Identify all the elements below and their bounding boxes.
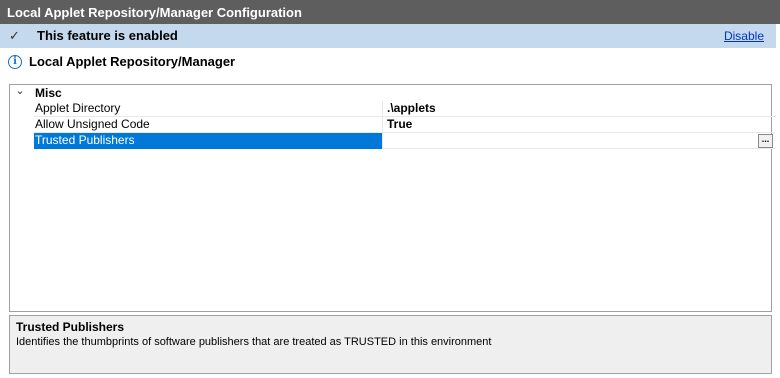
window-title-bar: Local Applet Repository/Manager Configur…: [0, 0, 780, 24]
property-row-allow-unsigned-code[interactable]: Allow Unsigned Code True: [10, 117, 775, 133]
description-panel: Trusted Publishers Identifies the thumbp…: [9, 315, 772, 374]
property-value[interactable]: ...: [382, 133, 775, 149]
property-grid[interactable]: ⌄ Misc Applet Directory .\applets Allow …: [9, 84, 775, 312]
row-margin: [10, 117, 34, 133]
section-header: i Local Applet Repository/Manager: [0, 52, 776, 74]
property-row-trusted-publishers[interactable]: Trusted Publishers ...: [10, 133, 775, 149]
category-label: Misc: [35, 86, 62, 100]
window-title: Local Applet Repository/Manager Configur…: [7, 5, 302, 20]
property-row-applet-directory[interactable]: Applet Directory .\applets: [10, 101, 775, 117]
row-margin: [10, 133, 34, 149]
property-value[interactable]: True: [382, 117, 775, 133]
category-margin: ⌄: [10, 85, 34, 101]
ellipsis-button[interactable]: ...: [758, 134, 773, 148]
description-title: Trusted Publishers: [16, 320, 125, 334]
property-name[interactable]: Applet Directory: [34, 101, 383, 117]
property-value[interactable]: .\applets: [382, 101, 775, 117]
category-row-misc[interactable]: ⌄ Misc: [10, 85, 771, 101]
chevron-down-icon[interactable]: ⌄: [15, 83, 25, 99]
description-text: Identifies the thumbprints of software p…: [16, 336, 492, 348]
feature-status-text: This feature is enabled: [37, 28, 178, 43]
feature-status-bar: ✓ This feature is enabled Disable: [0, 24, 776, 48]
section-title: Local Applet Repository/Manager: [29, 54, 236, 69]
row-margin: [10, 101, 34, 117]
check-icon: ✓: [9, 28, 20, 43]
property-name[interactable]: Allow Unsigned Code: [34, 117, 383, 133]
info-icon: i: [8, 55, 22, 69]
property-name[interactable]: Trusted Publishers: [34, 133, 383, 149]
disable-link[interactable]: Disable: [724, 29, 764, 43]
